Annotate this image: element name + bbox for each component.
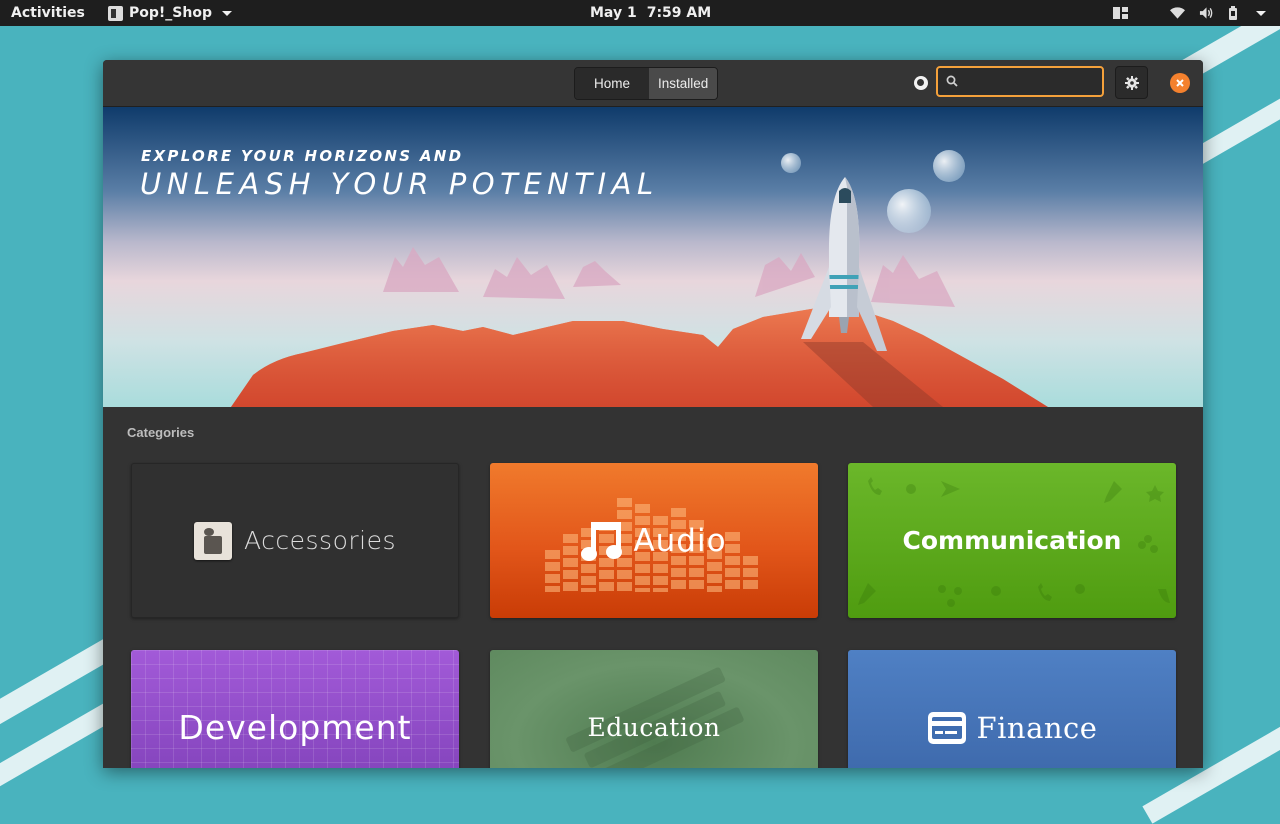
search-input[interactable] — [966, 68, 1100, 97]
shop-app-icon — [108, 5, 123, 21]
category-audio[interactable]: Audio — [490, 463, 818, 618]
view-switcher: Home Installed — [574, 67, 719, 100]
search-box[interactable] — [936, 66, 1104, 97]
education-pattern-decoration — [566, 667, 744, 768]
banner-headline-main: UNLEASH YOUR POTENTIAL — [140, 167, 659, 201]
tab-installed[interactable]: Installed — [649, 68, 718, 99]
categories-heading: Categories — [127, 425, 195, 440]
chevron-down-icon — [1256, 10, 1266, 16]
accessories-icon — [193, 521, 232, 560]
top-bar: Activities Pop!_Shop May 1 7:59 AM — [0, 0, 1280, 26]
activities-button[interactable]: Activities — [11, 0, 85, 26]
tab-home[interactable]: Home — [575, 68, 650, 99]
clock[interactable]: May 1 7:59 AM — [590, 0, 711, 26]
system-tray[interactable] — [1113, 0, 1266, 26]
banner-headline-top: EXPLORE YOUR HORIZONS AND — [141, 147, 464, 165]
battery-icon — [1229, 6, 1237, 20]
category-label: Development — [178, 708, 412, 747]
app-menu[interactable]: Pop!_Shop — [108, 0, 232, 26]
hero-banner[interactable]: EXPLORE YOUR HORIZONS AND UNLEASH YOUR P… — [103, 107, 1203, 407]
category-label: Accessories — [243, 526, 396, 555]
category-communication[interactable]: Communication — [848, 463, 1176, 618]
credit-card-icon — [927, 711, 966, 744]
volume-icon — [1199, 7, 1213, 19]
header-bar: Home Installed — [103, 60, 1203, 107]
clock-time: 7:59 AM — [646, 5, 712, 21]
category-label: Finance — [976, 710, 1098, 745]
pop-shop-window: Home Installed EXPLORE YOUR HORIZONS AND… — [103, 60, 1203, 768]
wifi-icon — [1170, 7, 1185, 19]
category-label: Education — [587, 713, 721, 742]
chevron-down-icon — [221, 10, 232, 16]
close-icon — [1176, 79, 1184, 87]
clock-date: May 1 — [590, 5, 637, 21]
category-label: Communication — [902, 526, 1122, 555]
category-development[interactable]: Development — [131, 650, 459, 768]
category-finance[interactable]: Finance — [848, 650, 1176, 768]
workspaces-icon[interactable] — [1113, 6, 1128, 20]
category-accessories[interactable]: Accessories — [131, 463, 459, 618]
spinner-icon — [914, 76, 928, 90]
settings-button[interactable] — [1115, 66, 1148, 99]
music-note-icon — [581, 521, 623, 561]
app-menu-label: Pop!_Shop — [129, 5, 212, 21]
category-label: Audio — [633, 522, 727, 559]
close-window-button[interactable] — [1170, 73, 1190, 93]
category-education[interactable]: Education — [490, 650, 818, 768]
gear-icon — [1125, 76, 1139, 90]
search-icon — [946, 75, 958, 87]
